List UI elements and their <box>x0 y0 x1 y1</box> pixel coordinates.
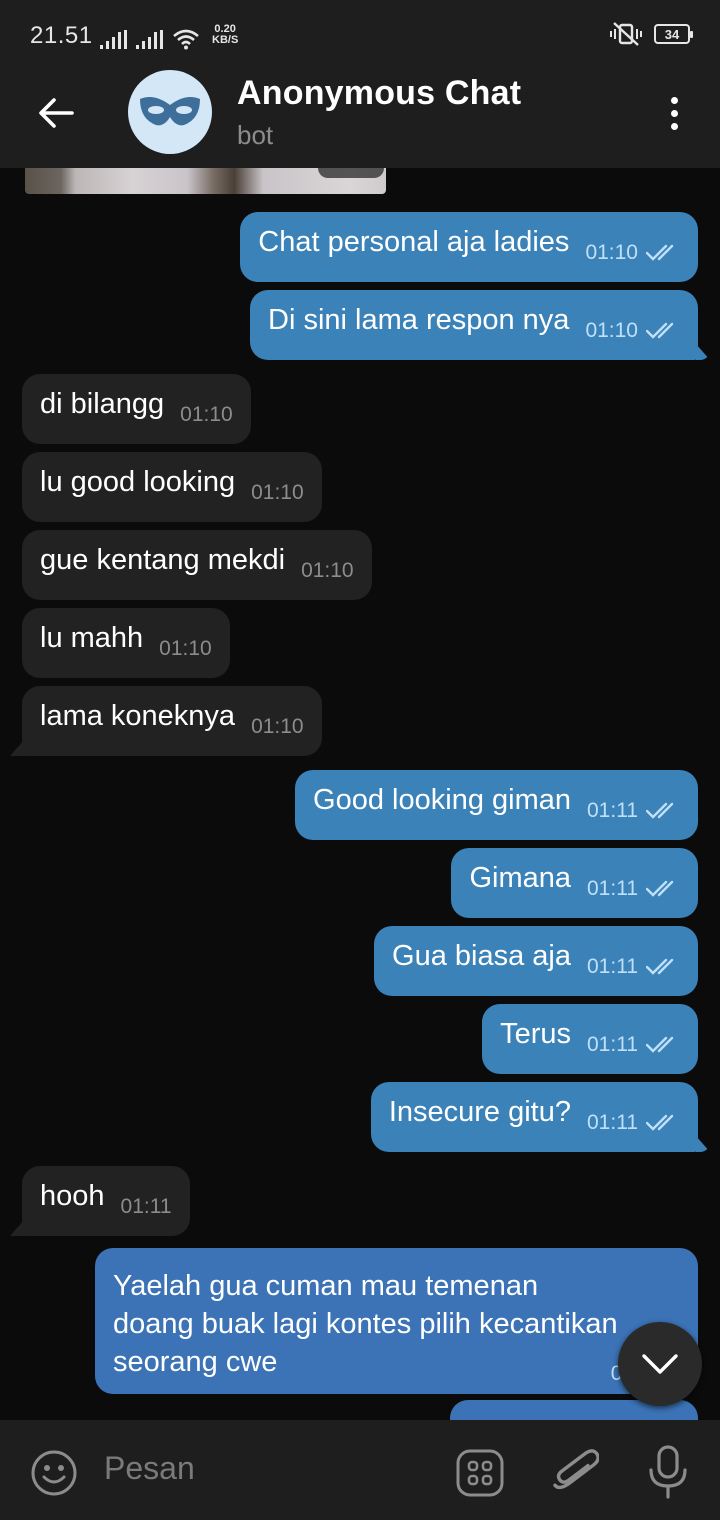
message-time: 01:10 <box>180 403 233 426</box>
chat-header: Anonymous Chat bot <box>0 58 720 168</box>
message-incoming[interactable]: lu good looking 01:10 <box>22 452 322 522</box>
message-time: 01:11 <box>587 799 638 822</box>
double-check-icon <box>646 1036 674 1053</box>
message-text: gue kentang mekdi <box>40 543 286 576</box>
back-arrow-icon <box>39 98 74 128</box>
message-text: Di sini lama respon nya <box>268 303 570 336</box>
double-check-icon <box>646 802 674 819</box>
message-outgoing[interactable]: Chat personal aja ladies 01:10 <box>240 212 698 282</box>
avatar[interactable] <box>128 70 212 154</box>
signal-icon <box>136 30 163 49</box>
status-bar: 21.51 0.20 KB/S 34 <box>0 0 720 58</box>
message-time: 01:10 <box>585 241 638 264</box>
message-text: Yaelah gua cuman mau temenan doang buak … <box>113 1270 618 1378</box>
message-incoming[interactable]: di bilangg 01:10 <box>22 374 251 444</box>
message-text: hooh <box>40 1179 105 1212</box>
network-speed: 0.20 KB/S <box>212 24 238 46</box>
media-message[interactable]: 01:10 <box>25 168 386 194</box>
attach-icon <box>553 1449 600 1490</box>
wifi-icon <box>173 29 199 50</box>
message-outgoing[interactable]: Di sini lama respon nya 01:10 <box>250 290 698 360</box>
message-outgoing[interactable]: Insecure gitu? 01:11 <box>370 1082 698 1152</box>
message-text: Chat personal aja ladies <box>258 225 570 258</box>
message-text: di bilangg <box>40 387 165 420</box>
message-time: 01:11 <box>587 1111 638 1134</box>
message-outgoing[interactable]: Gimana 01:11 <box>451 848 698 918</box>
message-text: lama koneknya <box>40 699 236 732</box>
message-time: 01:11 <box>587 955 638 978</box>
message-time: 01:11 <box>587 877 638 900</box>
message-time: 01:11 <box>120 1195 172 1218</box>
battery-icon: 34 <box>654 24 693 44</box>
message-text: lu good looking <box>40 465 236 498</box>
vibrate-mute-icon <box>610 22 642 46</box>
message-time: 01:11 <box>587 1033 638 1056</box>
attach-button[interactable] <box>553 1444 600 1500</box>
status-right: 34 <box>610 22 693 46</box>
signal-icons <box>100 22 200 50</box>
message-time: 01:10 <box>251 715 304 738</box>
double-check-icon <box>646 880 674 897</box>
message-text: Gimana <box>469 861 571 894</box>
mic-icon <box>649 1445 687 1499</box>
message-text: Gua biasa aja <box>392 939 571 972</box>
message-incoming[interactable]: hooh 01:11 <box>22 1166 190 1236</box>
status-time: 21.51 <box>30 22 93 49</box>
chevron-down-icon <box>642 1354 678 1374</box>
network-speed-unit: KB/S <box>212 34 239 46</box>
message-text: Good looking giman <box>313 783 571 816</box>
more-vert-icon[interactable] <box>654 88 694 138</box>
composer-bar: Pesan <box>0 1420 720 1520</box>
bot-commands-button[interactable] <box>455 1448 505 1498</box>
message-outgoing[interactable]: Gua biasa aja 01:11 <box>374 926 698 996</box>
double-check-icon <box>646 958 674 975</box>
message-incoming[interactable]: lama koneknya 01:10 <box>22 686 322 756</box>
message-time: 01:10 <box>585 319 638 342</box>
message-outgoing[interactable]: Yaelah gua cuman mau temenan doang buak … <box>95 1248 698 1394</box>
emoji-icon <box>31 1450 77 1496</box>
emoji-button[interactable] <box>30 1449 78 1497</box>
back-button[interactable] <box>26 83 86 143</box>
double-check-icon <box>646 1114 674 1131</box>
message-time: 01:10 <box>251 481 304 504</box>
voice-button[interactable] <box>646 1444 690 1500</box>
message-time: 01:10 <box>317 168 384 178</box>
bot-commands-icon <box>456 1449 504 1497</box>
message-time: 01:10 <box>301 559 354 582</box>
message-outgoing[interactable]: Terus 01:11 <box>482 1004 698 1074</box>
chat-subtitle: bot <box>237 120 274 150</box>
chat-title[interactable]: Anonymous Chat <box>237 74 521 113</box>
double-check-icon <box>646 322 674 339</box>
message-incoming[interactable]: lu mahh 01:10 <box>22 608 230 678</box>
message-outgoing[interactable]: Good looking giman 01:11 <box>295 770 698 840</box>
message-input[interactable]: Pesan <box>104 1450 195 1487</box>
message-time: 01:10 <box>159 637 212 660</box>
scroll-down-button[interactable] <box>618 1322 702 1406</box>
message-incoming[interactable]: gue kentang mekdi 01:10 <box>22 530 372 600</box>
message-text: Terus <box>500 1017 571 1050</box>
mask-icon <box>140 97 200 126</box>
message-list[interactable]: 01:10 Chat personal aja ladies 01:10 Di … <box>0 168 720 1420</box>
double-check-icon <box>646 244 674 261</box>
message-text: Insecure gitu? <box>388 1095 571 1128</box>
message-text: lu mahh <box>40 621 144 654</box>
signal-icon <box>100 30 127 49</box>
